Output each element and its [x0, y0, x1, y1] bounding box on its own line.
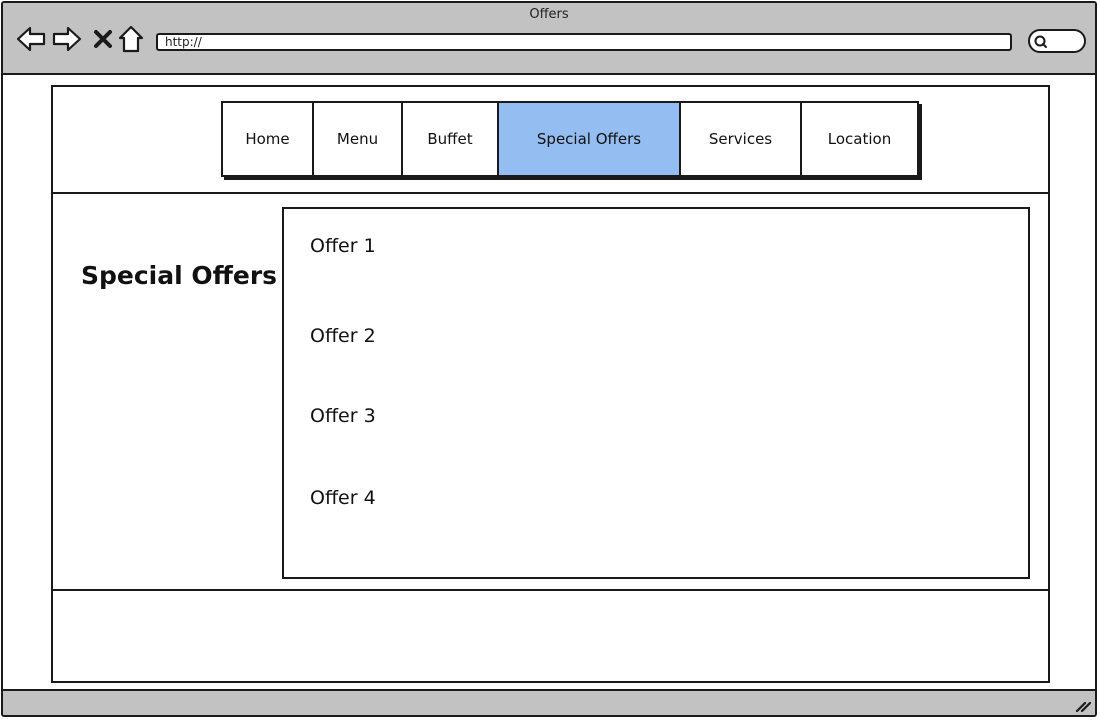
search-icon	[1034, 35, 1047, 48]
nav-tab-home[interactable]: Home	[223, 103, 314, 175]
offer-item-4[interactable]: Offer 4	[310, 487, 376, 509]
home-icon[interactable]	[115, 23, 147, 55]
browser-toolbar: Offers http://	[3, 3, 1095, 75]
footer-divider	[53, 589, 1048, 591]
window-title: Offers	[529, 7, 569, 22]
nav-tab-label: Menu	[336, 130, 379, 148]
nav-tab-special-offers[interactable]: Special Offers	[499, 103, 681, 175]
nav-tab-label: Home	[245, 130, 290, 148]
offers-panel: Offer 1 Offer 2 Offer 3 Offer 4	[282, 207, 1030, 579]
header-divider	[53, 192, 1048, 194]
nav-tab-label: Location	[827, 130, 892, 148]
resize-grip-icon[interactable]	[1075, 697, 1091, 713]
nav-tab-services[interactable]: Services	[681, 103, 802, 175]
offer-item-3[interactable]: Offer 3	[310, 405, 376, 427]
browser-window: Offers http:// Home Menu Buffet Special …	[1, 1, 1097, 717]
nav-tab-label: Special Offers	[536, 130, 642, 148]
app-root: Offers http:// Home Menu Buffet Special …	[0, 0, 1100, 720]
nav-tab-label: Buffet	[427, 130, 473, 148]
page-title: Special Offers	[81, 261, 278, 290]
nav-tab-menu[interactable]: Menu	[314, 103, 403, 175]
nav-tab-buffet[interactable]: Buffet	[403, 103, 499, 175]
page-content: Home Menu Buffet Special Offers Services…	[51, 85, 1050, 683]
offer-item-2[interactable]: Offer 2	[310, 325, 376, 347]
offer-item-1[interactable]: Offer 1	[310, 235, 376, 257]
nav-tab-label: Services	[708, 130, 773, 148]
status-bar	[3, 689, 1095, 715]
nav-tab-location[interactable]: Location	[802, 103, 917, 175]
search-field[interactable]	[1028, 29, 1086, 53]
back-arrow-icon[interactable]	[15, 23, 47, 55]
address-bar[interactable]: http://	[156, 33, 1012, 51]
forward-arrow-icon[interactable]	[51, 23, 83, 55]
main-nav: Home Menu Buffet Special Offers Services…	[221, 101, 919, 177]
